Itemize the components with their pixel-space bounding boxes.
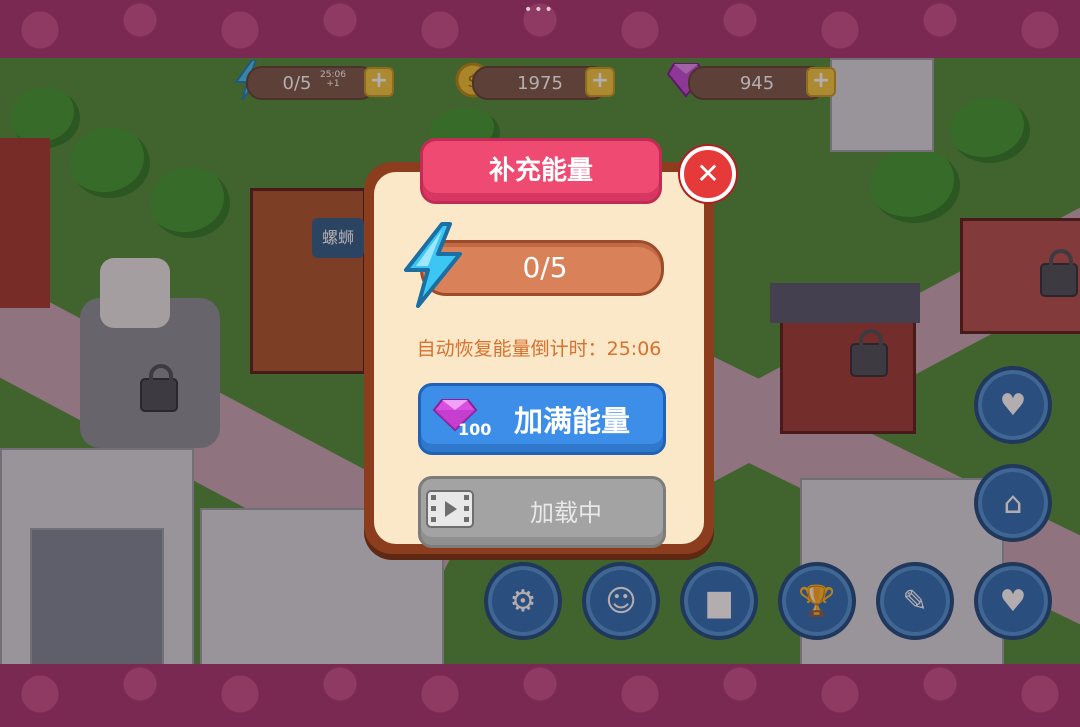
- close-icon: ✕: [696, 157, 720, 190]
- auto-recover-countdown: 自动恢复能量倒计时：25:06: [416, 338, 662, 360]
- dialog-title: 补充能量: [420, 138, 662, 204]
- fill-energy-cost: 100: [458, 420, 492, 439]
- bottom-frame-bar: [0, 664, 1080, 727]
- lightning-bolt-icon: [404, 222, 462, 308]
- more-dots-icon[interactable]: •••: [524, 2, 555, 18]
- fill-energy-label: 加满能量: [514, 404, 631, 438]
- film-strip-icon: [426, 490, 474, 528]
- close-button[interactable]: ✕: [680, 146, 736, 202]
- loading-label: 加载中: [530, 499, 602, 527]
- energy-progress-value: 0/5: [522, 251, 568, 284]
